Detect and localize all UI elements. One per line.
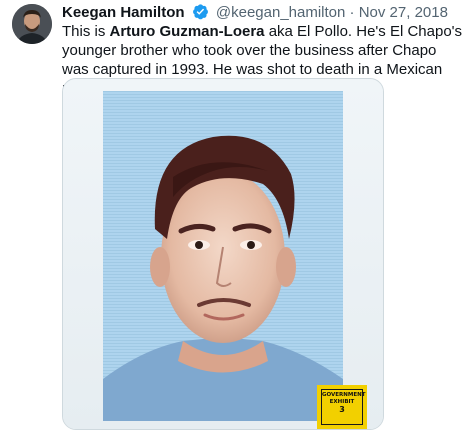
author-name[interactable]: Keegan Hamilton — [62, 4, 185, 21]
avatar-photo — [12, 4, 52, 44]
tweet-date[interactable]: Nov 27, 2018 — [359, 4, 448, 21]
government-exhibit-label: GOVERNMENT EXHIBIT 3 — [317, 385, 367, 429]
exhibit-line-1: GOVERNMENT — [322, 392, 366, 398]
avatar[interactable] — [12, 4, 52, 44]
author-handle[interactable]: @keegan_hamilton — [216, 4, 345, 21]
exhibit-number: 3 — [339, 405, 345, 414]
exhibit-sticker: GOVERNMENT EXHIBIT 3 — [321, 389, 366, 425]
tweet-text-bold-name: Arturo Guzman-Loera — [109, 23, 265, 40]
mugshot-image — [63, 79, 383, 429]
tweet-text-start: This is — [62, 23, 110, 40]
tweet-media-photo[interactable]: GOVERNMENT EXHIBIT 3 — [62, 78, 384, 430]
tweet-header: Keegan Hamilton @keegan_hamilton · Nov 2… — [62, 3, 462, 23]
separator-dot: · — [349, 4, 355, 21]
